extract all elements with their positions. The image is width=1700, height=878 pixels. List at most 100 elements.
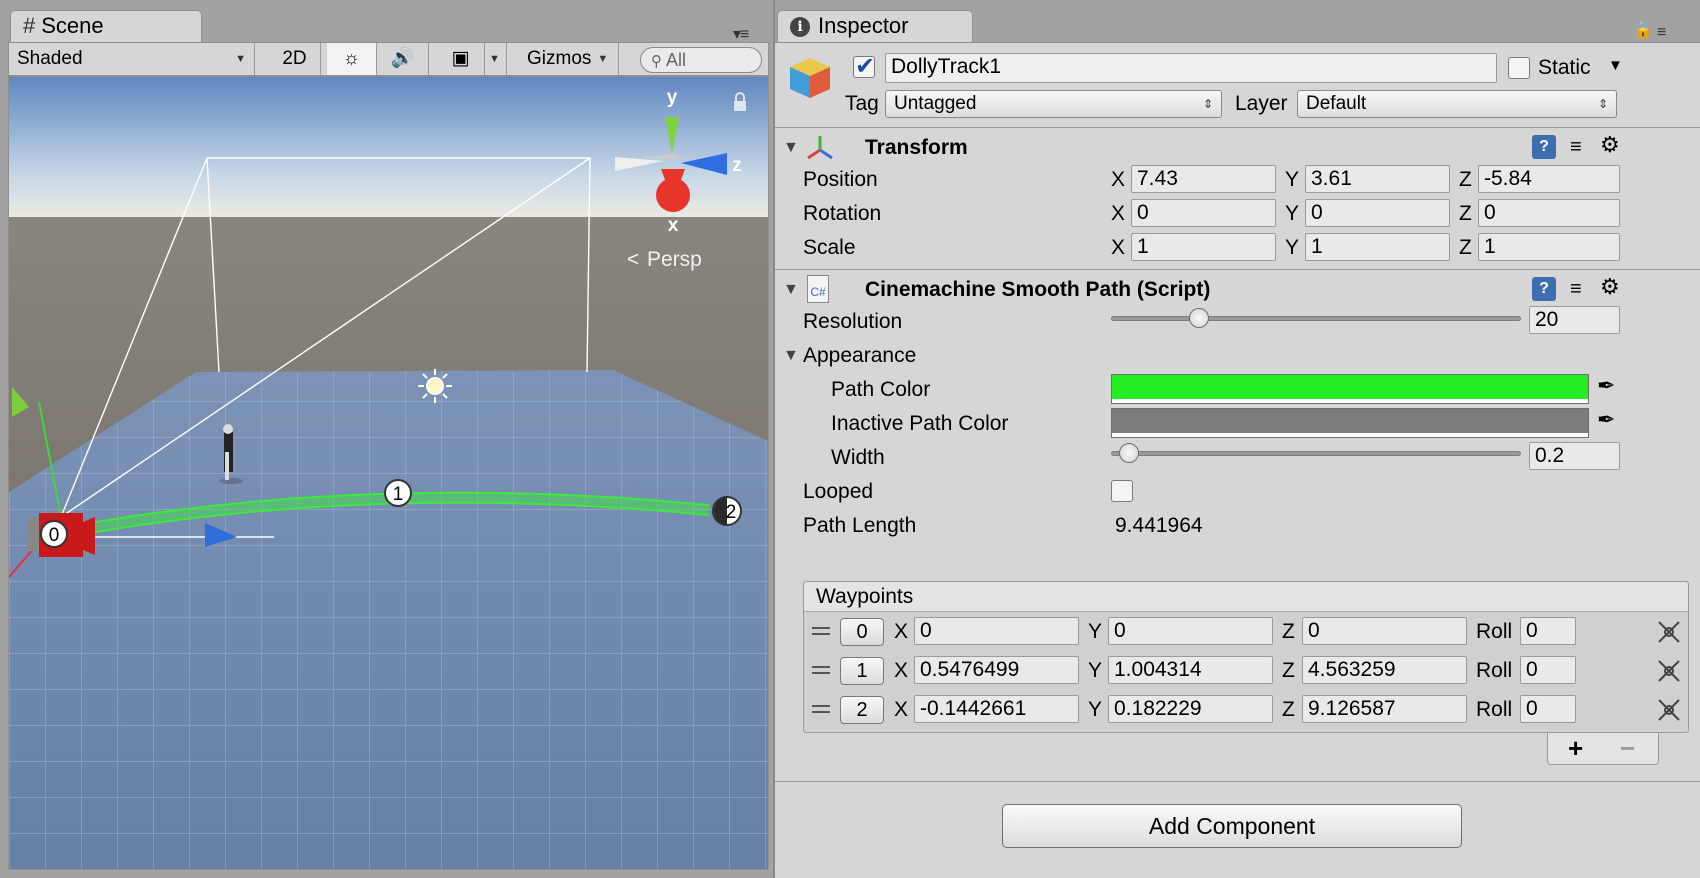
add-waypoint-button[interactable]: + <box>1568 733 1583 763</box>
resolution-label: Resolution <box>803 310 903 333</box>
scale-x-field[interactable]: 1 <box>1131 233 1276 261</box>
persp-label: Persp <box>647 248 702 271</box>
path-color-field[interactable] <box>1111 374 1589 404</box>
waypoint-x-field[interactable]: 0 <box>914 617 1079 645</box>
scene-toolbar: Shaded ▼ 2D ☼ 🔊 ▣ ▼ Gizmos ▼ ⚲ All <box>8 42 769 76</box>
gizmos-label: Gizmos <box>527 48 592 70</box>
width-slider-track[interactable] <box>1111 451 1521 456</box>
search-icon: ⚲ <box>651 53 662 70</box>
audio-toggle-button[interactable]: 🔊 <box>377 43 429 75</box>
svg-text:1: 1 <box>393 484 404 505</box>
drag-handle-icon[interactable] <box>812 705 830 713</box>
waypoint-x-field[interactable]: -0.1442661 <box>914 695 1079 723</box>
scene-viewport[interactable]: 0 1 2 y x z < Persp <box>8 76 769 870</box>
delete-waypoint-icon[interactable] <box>1656 658 1682 684</box>
help-icon[interactable]: ? <box>1532 135 1556 159</box>
rotation-x-field[interactable]: 0 <box>1131 199 1276 227</box>
tag-value: Untagged <box>894 93 977 114</box>
resolution-field[interactable]: 20 <box>1529 306 1620 334</box>
preset-sliders-icon[interactable]: ≡ <box>1570 277 1594 301</box>
waypoints-list: Waypoints 0 X 0 Y 0 Z 0 Roll 0 1 X 0.547… <box>803 581 1689 733</box>
axis-y-label: Y <box>1088 659 1103 682</box>
gizmos-dropdown[interactable]: Gizmos ▼ <box>519 43 619 75</box>
waypoint-z-field[interactable]: 4.563259 <box>1302 656 1467 684</box>
axis-y-label: Y <box>1088 620 1103 643</box>
resolution-slider-thumb[interactable] <box>1189 308 1209 328</box>
alpha-bar <box>1112 399 1588 403</box>
drag-handle-icon[interactable] <box>812 666 830 674</box>
position-x-field[interactable]: 7.43 <box>1131 165 1276 193</box>
object-name-field[interactable]: DollyTrack1 <box>885 53 1497 83</box>
static-dropdown-icon[interactable]: ▼ <box>1608 53 1623 79</box>
waypoint-roll-field[interactable]: 0 <box>1520 656 1576 684</box>
delete-waypoint-icon[interactable] <box>1656 619 1682 645</box>
position-label: Position <box>803 168 878 191</box>
effects-dropdown[interactable]: ▼ <box>485 43 507 75</box>
lighting-toggle-button[interactable]: ☼ <box>327 43 377 75</box>
delete-waypoint-icon[interactable] <box>1656 697 1682 723</box>
scene-search-input[interactable]: ⚲ All <box>640 47 762 73</box>
waypoint-roll-field[interactable]: 0 <box>1520 695 1576 723</box>
rotation-y-field[interactable]: 0 <box>1305 199 1450 227</box>
waypoint-x-field[interactable]: 0.5476499 <box>914 656 1079 684</box>
waypoint-roll-field[interactable]: 0 <box>1520 617 1576 645</box>
transform-foldout-icon[interactable]: ▼ <box>783 139 799 157</box>
scale-y-field[interactable]: 1 <box>1305 233 1450 261</box>
scale-z-field[interactable]: 1 <box>1478 233 1620 261</box>
gear-icon[interactable]: ⚙ <box>1600 133 1624 157</box>
appearance-label: Appearance <box>803 344 917 367</box>
waypoint-index-button[interactable]: 2 <box>840 696 884 724</box>
tab-inspector[interactable]: i Inspector <box>777 10 973 42</box>
roll-label: Roll <box>1476 659 1513 682</box>
waypoint-z-field[interactable]: 0 <box>1302 617 1467 645</box>
waypoint-y-field[interactable]: 0 <box>1108 617 1273 645</box>
waypoint-marker-2[interactable]: 2 <box>712 496 742 526</box>
width-field[interactable]: 0.2 <box>1529 442 1620 470</box>
shading-mode-dropdown[interactable]: Shaded ▼ <box>9 43 255 75</box>
smooth-path-foldout-icon[interactable]: ▼ <box>783 281 799 299</box>
inspector-lock-icon[interactable]: 🔒 <box>1633 20 1653 40</box>
waypoint-marker-0[interactable]: 0 <box>40 520 68 548</box>
static-checkbox[interactable] <box>1508 57 1530 79</box>
waypoint-z-value: 4.563259 <box>1308 658 1396 681</box>
waypoint-index-button[interactable]: 0 <box>840 618 884 646</box>
width-slider-thumb[interactable] <box>1118 443 1139 463</box>
axis-z-label: Z <box>1459 202 1472 225</box>
help-icon[interactable]: ? <box>1532 277 1556 301</box>
preset-sliders-icon[interactable]: ≡ <box>1570 135 1594 159</box>
effects-toggle-button[interactable]: ▣ <box>437 43 485 75</box>
inactive-path-color-field[interactable] <box>1111 408 1589 438</box>
tab-scene[interactable]: # Scene <box>10 10 202 42</box>
rotation-z-field[interactable]: 0 <box>1478 199 1620 227</box>
width-label: Width <box>831 446 885 469</box>
axis-y-label: Y <box>1285 202 1300 225</box>
gear-icon[interactable]: ⚙ <box>1600 275 1624 299</box>
active-checkbox[interactable] <box>853 52 875 80</box>
resolution-slider-track[interactable] <box>1111 316 1521 321</box>
add-component-button[interactable]: Add Component <box>1002 804 1462 848</box>
position-y-field[interactable]: 3.61 <box>1305 165 1450 193</box>
appearance-foldout-icon[interactable]: ▼ <box>783 347 799 365</box>
waypoint-index-button[interactable]: 1 <box>840 657 884 685</box>
script-icon-text: C# <box>810 285 826 299</box>
waypoint-y-field[interactable]: 0.182229 <box>1108 695 1273 723</box>
layer-dropdown[interactable]: Default ⇕ <box>1297 90 1617 118</box>
eyedropper-icon[interactable]: ✒ <box>1597 373 1615 399</box>
panel-menu-icon[interactable]: ▾≡ <box>733 24 749 44</box>
remove-waypoint-button[interactable]: − <box>1620 733 1635 763</box>
tag-dropdown[interactable]: Untagged ⇕ <box>885 90 1222 118</box>
position-z-field[interactable]: -5.84 <box>1478 165 1620 193</box>
waypoint-y-field[interactable]: 1.004314 <box>1108 656 1273 684</box>
waypoint-marker-1[interactable]: 1 <box>384 479 412 507</box>
waypoint-z-field[interactable]: 9.126587 <box>1302 695 1467 723</box>
axis-y-label: Y <box>1285 236 1300 259</box>
gizmo-y-label: y <box>667 87 678 108</box>
persp-toggle[interactable]: < Persp <box>627 248 702 271</box>
drag-handle-icon[interactable] <box>812 627 830 635</box>
toggle-2d-label: 2D <box>282 48 307 69</box>
inactive-path-color-label: Inactive Path Color <box>831 412 1009 435</box>
toggle-2d-button[interactable]: 2D <box>269 43 321 75</box>
panel-menu-icon[interactable]: ≡ <box>1657 24 1666 42</box>
eyedropper-icon[interactable]: ✒ <box>1597 407 1615 433</box>
looped-checkbox[interactable] <box>1111 480 1133 502</box>
